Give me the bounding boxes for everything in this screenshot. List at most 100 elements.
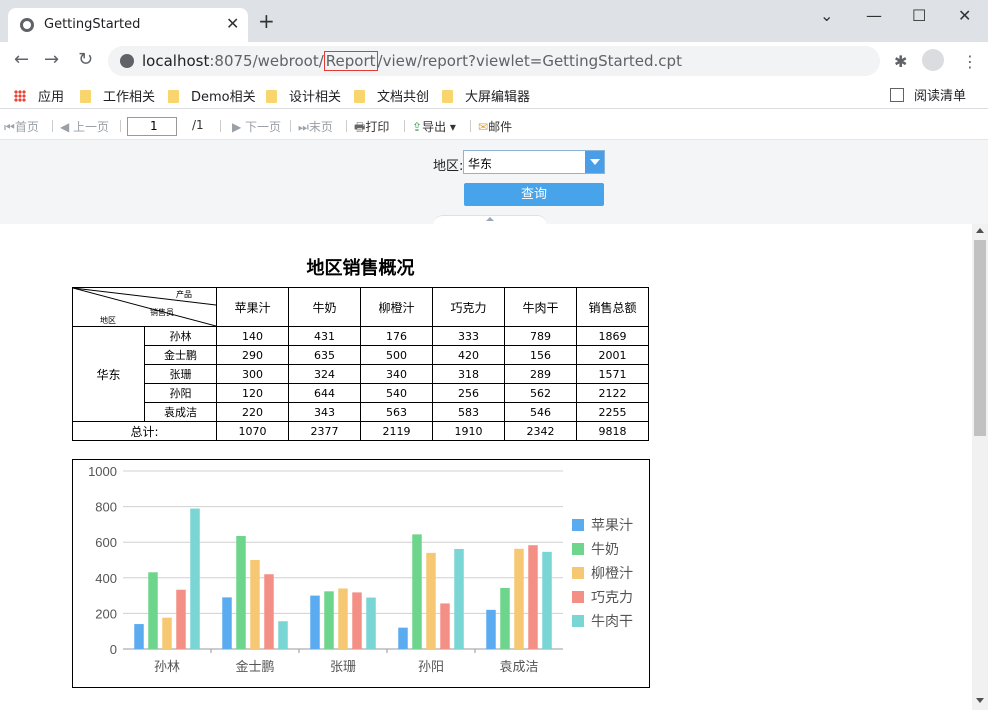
tab-close-icon[interactable]: ✕ — [226, 14, 239, 33]
mail-button[interactable]: ✉邮件 — [478, 118, 512, 135]
total-row: 总计: 1070 2377 2119 1910 2342 9818 — [72, 421, 649, 441]
column-header: 苹果汁 — [216, 287, 289, 327]
x-tick-label: 孙林 — [154, 660, 180, 675]
bar — [148, 572, 158, 649]
bar — [352, 592, 362, 649]
value-cell: 220 — [216, 402, 289, 422]
scroll-down-icon[interactable] — [976, 698, 984, 703]
export-button[interactable]: ⇪导出 ▾ — [412, 118, 456, 135]
legend-label: 巧克力 — [591, 590, 633, 606]
table-row: 华东 孙林 140 431 176 333 789 1869 — [72, 326, 649, 422]
legend-label: 牛奶 — [591, 542, 619, 558]
bookmark-folder-docs[interactable]: 文档共创 — [354, 86, 429, 105]
bar — [486, 609, 496, 649]
value-cell: 318 — [432, 364, 505, 384]
bookmark-folder-work[interactable]: 工作相关 — [80, 86, 155, 105]
salesperson-cell: 金士鹏 — [144, 345, 217, 365]
value-cell: 176 — [360, 326, 433, 346]
scrollbar-thumb[interactable] — [974, 240, 986, 436]
legend-label: 牛肉干 — [591, 614, 633, 630]
salesperson-cell: 袁成洁 — [144, 402, 217, 422]
window-close-icon[interactable]: ✕ — [958, 6, 971, 25]
x-tick-label: 张珊 — [330, 660, 356, 675]
folder-icon — [266, 90, 277, 103]
bar — [278, 621, 288, 649]
minimize-icon[interactable]: — — [866, 6, 882, 25]
legend-label: 柳橙汁 — [591, 565, 633, 582]
value-cell: 1869 — [576, 326, 649, 346]
bar — [528, 545, 538, 649]
back-icon[interactable]: ← — [14, 50, 29, 70]
bar-chart-svg: 0 200 400 600 800 1000 孙林 金士鹏 张珊 孙阳 袁成洁 苹果汁牛奶柳橙汁巧克力… — [88, 464, 633, 675]
prev-page-button[interactable]: ◀ 上一页 — [60, 118, 109, 135]
bar — [426, 552, 436, 649]
maximize-icon[interactable]: ☐ — [912, 6, 926, 25]
bookmark-folder-design[interactable]: 设计相关 — [266, 86, 341, 105]
bar — [162, 617, 172, 649]
value-cell: 290 — [216, 345, 289, 365]
first-page-button[interactable]: ⏮首页 — [4, 118, 39, 135]
tab-title: GettingStarted — [44, 17, 141, 32]
last-page-button[interactable]: ⏭末页 — [298, 118, 333, 135]
bookmark-folder-demo[interactable]: Demo相关 — [168, 86, 256, 105]
x-tick-label: 袁成洁 — [499, 660, 538, 675]
bookmarks-bar: 应用 工作相关 Demo相关 设计相关 文档共创 大屏编辑器 阅读清单 — [0, 80, 988, 109]
bar — [190, 508, 200, 649]
address-bar[interactable]: localhost:8075/webroot/Report/view/repor… — [108, 46, 880, 76]
bookmark-label: Demo相关 — [191, 90, 256, 105]
extensions-icon[interactable]: ✱ — [894, 52, 907, 71]
total-cell: 2119 — [360, 421, 433, 441]
y-tick-label: 200 — [95, 606, 117, 621]
menu-icon[interactable]: ⋮ — [962, 52, 978, 71]
value-cell: 300 — [216, 364, 289, 384]
page-number-input[interactable]: 1 — [127, 117, 177, 136]
globe-icon — [20, 18, 34, 32]
query-button[interactable]: 查询 — [464, 183, 604, 206]
column-header: 柳橙汁 — [360, 287, 433, 327]
tab-search-icon[interactable]: ⌄ — [820, 6, 833, 25]
prev-page-label: 上一页 — [73, 120, 110, 134]
bookmark-folder-dashboard[interactable]: 大屏编辑器 — [442, 86, 530, 105]
next-page-button[interactable]: ▶ 下一页 — [232, 118, 281, 135]
next-page-label: 下一页 — [245, 120, 282, 134]
legend-swatch — [572, 543, 584, 555]
reload-icon[interactable]: ↻ — [78, 50, 93, 70]
scroll-up-icon[interactable] — [976, 228, 984, 233]
last-page-label: 末页 — [308, 120, 333, 134]
table-row: 金士鹏 290 635 500 420 156 2001 — [73, 345, 649, 365]
first-page-label: 首页 — [14, 120, 39, 134]
corner-salesperson-label: 销售员 — [150, 308, 174, 317]
bookmark-apps[interactable]: 应用 — [14, 86, 64, 105]
print-button[interactable]: 🖶打印 — [354, 118, 389, 139]
sales-table: 产品 销售员 地区 苹果汁 牛奶 柳橙汁 巧克力 牛肉干 销售总额 华东 孙林 … — [72, 287, 649, 441]
legend-swatch — [572, 591, 584, 603]
forward-icon[interactable]: → — [44, 50, 59, 70]
profile-avatar[interactable] — [922, 49, 944, 71]
dropdown-arrow-icon[interactable] — [585, 151, 604, 173]
column-header: 牛肉干 — [504, 287, 577, 327]
value-cell: 140 — [216, 326, 289, 346]
bar — [542, 551, 552, 649]
table-row: 孙阳 120 644 540 256 562 2122 — [73, 383, 649, 403]
y-tick-label: 400 — [95, 571, 117, 586]
new-tab-icon[interactable]: + — [258, 11, 275, 31]
reading-list[interactable]: 阅读清单 — [890, 85, 966, 104]
value-cell: 420 — [432, 345, 505, 365]
first-page-icon: ⏮ — [4, 120, 15, 134]
bar — [338, 588, 348, 649]
y-tick-label: 1000 — [88, 464, 117, 479]
column-header: 巧克力 — [432, 287, 505, 327]
legend-swatch — [572, 519, 584, 531]
region-select[interactable]: 华东 — [463, 150, 605, 174]
value-cell: 583 — [432, 402, 505, 422]
last-page-icon: ⏭ — [298, 120, 309, 134]
bar — [264, 574, 274, 649]
browser-tab[interactable]: GettingStarted ✕ — [8, 8, 248, 42]
legend-label: 苹果汁 — [591, 518, 633, 534]
site-info-icon[interactable] — [120, 54, 134, 68]
bar — [398, 627, 408, 649]
page-total: /1 — [192, 118, 204, 132]
print-label: 打印 — [365, 120, 390, 134]
corner-diagonal-lines — [73, 288, 216, 326]
value-cell: 540 — [360, 383, 433, 403]
